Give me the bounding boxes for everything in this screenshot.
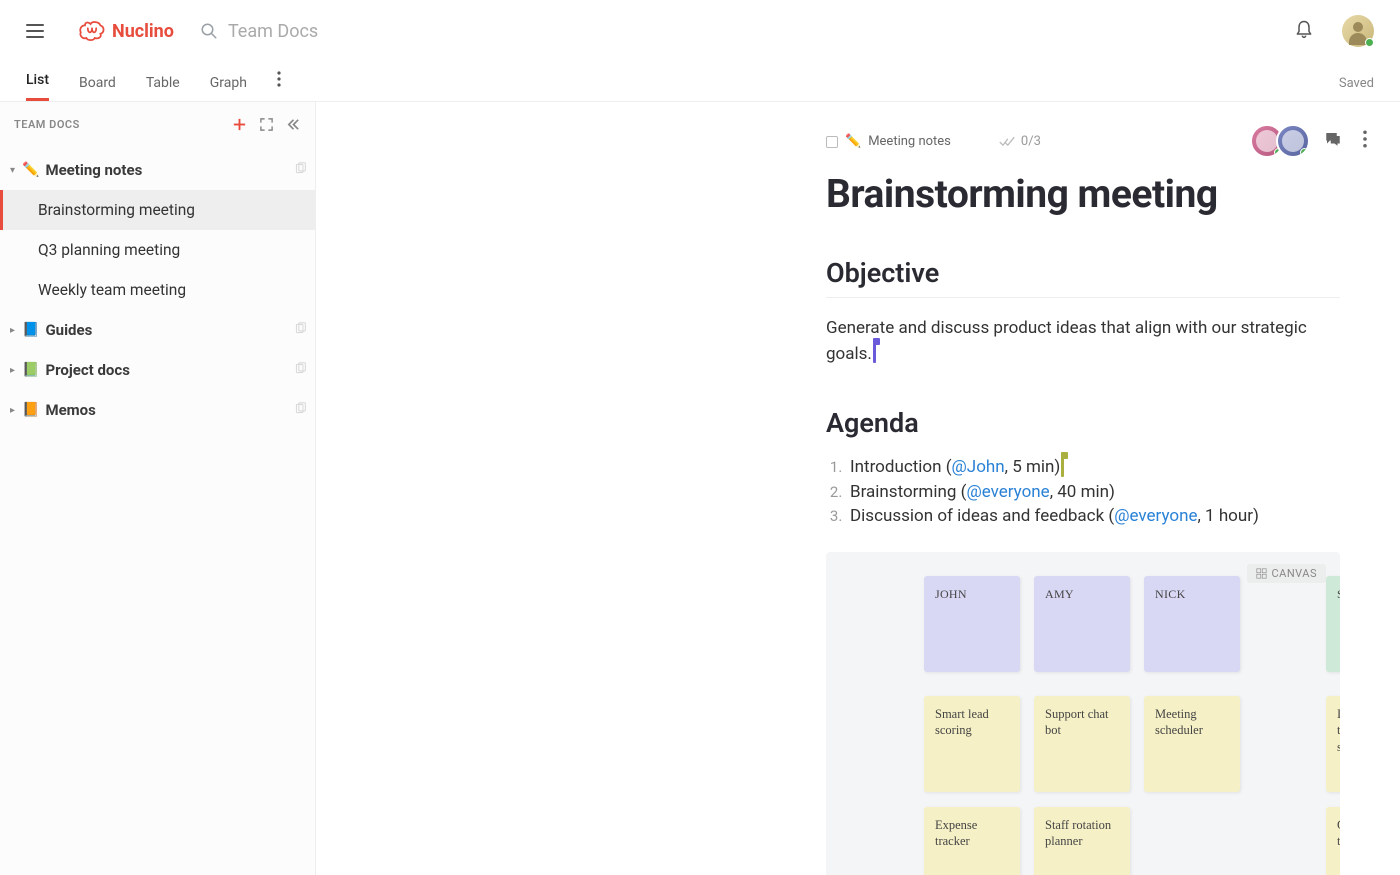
add-page-button[interactable] xyxy=(232,117,247,132)
agenda-item[interactable]: Discussion of ideas and feedback (@every… xyxy=(846,506,1340,526)
mention[interactable]: @everyone xyxy=(1114,506,1197,526)
sidebar-item-memos[interactable]: ▸ 📙 Memos xyxy=(0,390,315,430)
search-placeholder: Team Docs xyxy=(228,21,318,42)
comments-button[interactable] xyxy=(1324,130,1342,152)
collab-cursor-icon xyxy=(873,343,876,363)
canvas-sticky[interactable]: Expense tracker xyxy=(924,807,1020,875)
check-icon xyxy=(999,136,1015,148)
sidebar-item-project-docs[interactable]: ▸ 📗 Project docs xyxy=(0,350,315,390)
dots-vertical-icon xyxy=(1356,130,1374,148)
section-objective[interactable]: Objective xyxy=(826,257,1340,289)
notifications-button[interactable] xyxy=(1294,19,1314,43)
sidebar-item-guides[interactable]: ▸ 📘 Guides xyxy=(0,310,315,350)
brain-logo-icon xyxy=(78,17,106,45)
chat-icon xyxy=(1324,130,1342,148)
chevron-right-icon: ▸ xyxy=(10,365,20,376)
objective-text[interactable]: Generate and discuss product ideas that … xyxy=(826,316,1340,367)
breadcrumb-label: Meeting notes xyxy=(868,134,951,149)
copy-icon[interactable] xyxy=(294,321,307,339)
tab-board[interactable]: Board xyxy=(79,75,116,101)
brand-name: Nuclino xyxy=(112,21,174,42)
menu-hamburger-icon[interactable] xyxy=(26,24,44,38)
dots-vertical-icon xyxy=(277,71,281,87)
canvas-sticky[interactable]: AMY xyxy=(1034,576,1130,672)
tab-table[interactable]: Table xyxy=(146,75,180,101)
canvas-sticky[interactable]: Invoice tracking system xyxy=(1326,696,1340,792)
sidebar: TEAM DOCS ▾ ✏️ Meeting notes Brainstormi… xyxy=(0,102,316,875)
canvas-sticky[interactable]: Quick survey tool xyxy=(1326,807,1340,875)
copy-icon[interactable] xyxy=(294,161,307,179)
chevron-double-left-icon xyxy=(286,117,301,132)
user-avatar[interactable] xyxy=(1342,15,1374,47)
page-title[interactable]: Brainstorming meeting xyxy=(826,171,1340,217)
mention[interactable]: @John xyxy=(952,457,1005,477)
canvas-sticky[interactable]: Smart lead scoring xyxy=(924,696,1020,792)
copy-icon[interactable] xyxy=(294,361,307,379)
search-input[interactable]: Team Docs xyxy=(200,21,318,42)
presence-avatars xyxy=(1250,124,1310,158)
view-more-button[interactable] xyxy=(277,71,281,101)
search-icon xyxy=(200,22,218,40)
expand-icon xyxy=(259,117,274,132)
sidebar-item-brainstorming[interactable]: Brainstorming meeting xyxy=(0,190,315,230)
expand-button[interactable] xyxy=(259,117,274,132)
chevron-down-icon: ▾ xyxy=(10,165,20,176)
canvas-sticky[interactable]: Meeting scheduler xyxy=(1144,696,1240,792)
agenda-item[interactable]: Introduction (@John, 5 min) xyxy=(846,457,1340,478)
sidebar-item-q3-planning[interactable]: Q3 planning meeting xyxy=(0,230,315,270)
sidebar-title: TEAM DOCS xyxy=(14,118,80,131)
checklist-count[interactable]: 0/3 xyxy=(999,134,1041,149)
canvas-sticky[interactable]: JOHN xyxy=(924,576,1020,672)
brand-logo[interactable]: Nuclino xyxy=(78,17,174,45)
doc-more-button[interactable] xyxy=(1356,130,1374,152)
breadcrumb[interactable]: ✏️ Meeting notes xyxy=(826,134,951,149)
chevron-right-icon: ▸ xyxy=(10,405,20,416)
sidebar-item-meeting-notes[interactable]: ▾ ✏️ Meeting notes xyxy=(0,150,315,190)
canvas-sticky[interactable]: SHORTLIST xyxy=(1326,576,1340,672)
canvas-sticky[interactable]: Staff rotation planner xyxy=(1034,807,1130,875)
plus-icon xyxy=(232,117,247,132)
tab-graph[interactable]: Graph xyxy=(210,75,247,101)
sidebar-item-weekly-team[interactable]: Weekly team meeting xyxy=(0,270,315,310)
agenda-list[interactable]: Introduction (@John, 5 min) Brainstormin… xyxy=(830,457,1340,526)
copy-icon[interactable] xyxy=(294,401,307,419)
presence-avatar[interactable] xyxy=(1276,124,1310,158)
canvas-block[interactable]: CANVAS JOHN AMY NICK SHORTLIST Smart lea… xyxy=(826,552,1340,875)
collapse-sidebar-button[interactable] xyxy=(286,117,301,132)
page-icon xyxy=(826,136,838,148)
tab-list[interactable]: List xyxy=(26,72,49,101)
agenda-item[interactable]: Brainstorming (@everyone, 40 min) xyxy=(846,482,1340,502)
status-online-icon xyxy=(1365,38,1374,47)
mention[interactable]: @everyone xyxy=(966,482,1049,502)
canvas-sticky[interactable]: NICK xyxy=(1144,576,1240,672)
canvas-sticky[interactable]: Support chat bot xyxy=(1034,696,1130,792)
bell-icon xyxy=(1294,19,1314,39)
chevron-right-icon: ▸ xyxy=(10,325,20,336)
collab-cursor-icon xyxy=(1061,457,1064,477)
section-agenda[interactable]: Agenda xyxy=(826,407,1340,439)
saved-status: Saved xyxy=(1339,76,1374,101)
